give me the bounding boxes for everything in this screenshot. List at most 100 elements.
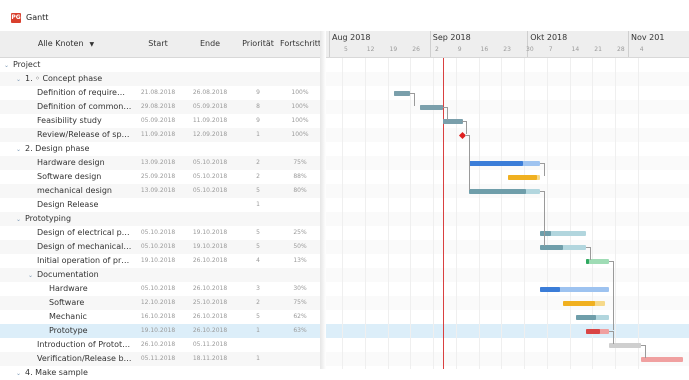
chart-row — [326, 212, 689, 226]
chevron-down-icon[interactable]: ⌄ — [16, 213, 25, 226]
task-priority: 8 — [256, 103, 260, 110]
task-row[interactable]: Definition of require… 21.08.2018 26.08.20… — [0, 86, 320, 100]
task-row[interactable]: Design Release 1 — [0, 198, 320, 212]
task-name-label: Prototyping — [25, 214, 72, 223]
task-priority: 1 — [256, 327, 260, 334]
column-header-end[interactable]: Ende — [184, 31, 236, 58]
task-progress — [280, 268, 320, 282]
month-separator — [329, 31, 330, 57]
chart-row — [326, 324, 689, 338]
task-end: 05.09.2018 — [192, 103, 228, 110]
task-end: 25.10.2018 — [192, 299, 228, 306]
task-priority: 5 — [256, 187, 260, 194]
task-start: 12.10.2018 — [140, 299, 176, 306]
dependency-connector — [442, 107, 448, 120]
task-bar[interactable] — [641, 357, 684, 362]
task-row[interactable]: Software 12.10.2018 25.10.2018 2 75% — [0, 296, 320, 310]
chart-row — [326, 128, 689, 142]
dependency-connector — [462, 121, 468, 134]
week-gridline — [478, 58, 480, 369]
week-gridline — [546, 58, 548, 369]
task-progress — [280, 212, 320, 226]
task-row[interactable]: Design of electrical p… 05.10.2018 19.10.2… — [0, 226, 320, 240]
task-row[interactable]: Feasibility study 05.09.2018 11.09.2018 9 10… — [0, 114, 320, 128]
task-row[interactable]: Design of mechanical… 05.10.2018 19.10.201… — [0, 240, 320, 254]
column-header-name[interactable]: Alle Knoten ▼ — [0, 31, 132, 58]
task-name-label: Design of mechanical… — [37, 242, 132, 251]
chart-row — [326, 282, 689, 296]
chevron-down-icon[interactable]: ⌄ — [28, 269, 37, 282]
task-name-label: Software — [49, 298, 85, 307]
task-name-label: Project — [13, 60, 41, 69]
task-row[interactable]: ⌄ Prototyping — [0, 212, 320, 226]
task-priority: 5 — [256, 229, 260, 236]
dependency-connector — [608, 331, 614, 344]
task-progress-fill — [507, 175, 537, 180]
dependency-connector — [585, 247, 591, 260]
chevron-down-icon[interactable]: ⌄ — [16, 143, 25, 156]
task-row[interactable]: Definition of common… 29.08.2018 05.09.201… — [0, 100, 320, 114]
task-start: 05.10.2018 — [140, 243, 176, 250]
week-gridline — [364, 58, 366, 369]
title-bar: PG Gantt — [0, 0, 689, 30]
task-priority: 9 — [256, 117, 260, 124]
chevron-down-icon[interactable]: ▼ — [90, 41, 95, 48]
task-start — [132, 72, 184, 86]
task-row[interactable]: Hardware design 13.09.2018 05.10.2018 2 75% — [0, 156, 320, 170]
task-row[interactable]: Prototype 19.10.2018 26.10.2018 1 63% — [0, 324, 320, 338]
task-row[interactable]: ⌄ 1. ◦ Concept phase — [0, 72, 320, 86]
task-row[interactable]: ⌄ Documentation — [0, 268, 320, 282]
column-header-priority[interactable]: Priorität — [236, 31, 280, 58]
task-start: 21.08.2018 — [140, 89, 176, 96]
task-row[interactable]: ⌄ 4. Make sample — [0, 366, 320, 380]
task-row[interactable]: ⌄ 2. Design phase — [0, 142, 320, 156]
week-gridline — [387, 58, 389, 369]
task-end — [184, 198, 236, 212]
task-name-label: mechanical design — [37, 186, 112, 195]
task-name: ⌄ 2. Design phase — [16, 142, 132, 156]
month-label: Okt 2018 — [530, 33, 568, 42]
task-name-label: 2. Design phase — [25, 144, 90, 153]
task-name-label: Design of electrical p… — [37, 228, 130, 237]
task-row[interactable]: mechanical design 13.09.2018 05.10.2018 5 80… — [0, 184, 320, 198]
today-line — [443, 58, 444, 369]
task-name: Software — [40, 296, 132, 310]
task-progress — [280, 338, 320, 352]
chevron-down-icon[interactable]: ⌄ — [4, 59, 13, 72]
task-end: 19.10.2018 — [192, 243, 228, 250]
task-row[interactable]: Verification/Release b… 05.11.2018 18.11.2… — [0, 352, 320, 366]
task-row[interactable]: Software design 25.09.2018 05.10.2018 2 88% — [0, 170, 320, 184]
task-row[interactable]: ⌄ Project — [0, 58, 320, 72]
week-gridline — [569, 58, 571, 369]
column-header-start[interactable]: Start — [132, 31, 184, 58]
task-name-label: Design Release — [37, 200, 99, 209]
task-name: ⌄ Prototyping — [16, 212, 132, 226]
task-start — [132, 198, 184, 212]
column-header-progress[interactable]: Fortschritt — [280, 31, 320, 58]
task-priority: 3 — [256, 285, 260, 292]
task-progress: 100% — [291, 103, 309, 110]
task-start: 19.10.2018 — [140, 257, 176, 264]
task-progress: 80% — [293, 187, 307, 194]
task-name: Mechanic — [40, 310, 132, 324]
task-progress — [280, 366, 320, 380]
task-progress: 50% — [293, 243, 307, 250]
task-end: 26.10.2018 — [192, 257, 228, 264]
task-progress — [280, 198, 320, 212]
task-name-label: Introduction of Prototype — [37, 340, 132, 349]
week-label: 26 — [412, 46, 420, 53]
month-separator — [527, 31, 529, 57]
task-row[interactable]: Mechanic 16.10.2018 26.10.2018 5 62% — [0, 310, 320, 324]
task-priority: 2 — [256, 159, 260, 166]
task-row[interactable]: Review/Release of spec… 11.09.2018 12.09.2… — [0, 128, 320, 142]
task-progress-fill — [394, 91, 410, 96]
task-start — [132, 212, 184, 226]
task-end: 05.10.2018 — [192, 159, 228, 166]
task-row[interactable]: Hardware 05.10.2018 26.10.2018 3 30% — [0, 282, 320, 296]
task-end — [184, 268, 236, 282]
dependency-connector — [410, 93, 416, 106]
task-row[interactable]: Introduction of Prototype 26.10.2018 05.11… — [0, 338, 320, 352]
chart-row — [326, 268, 689, 282]
task-row[interactable]: Initial operation of pr… 19.10.2018 26.10.… — [0, 254, 320, 268]
chevron-down-icon[interactable]: ⌄ — [16, 73, 25, 86]
